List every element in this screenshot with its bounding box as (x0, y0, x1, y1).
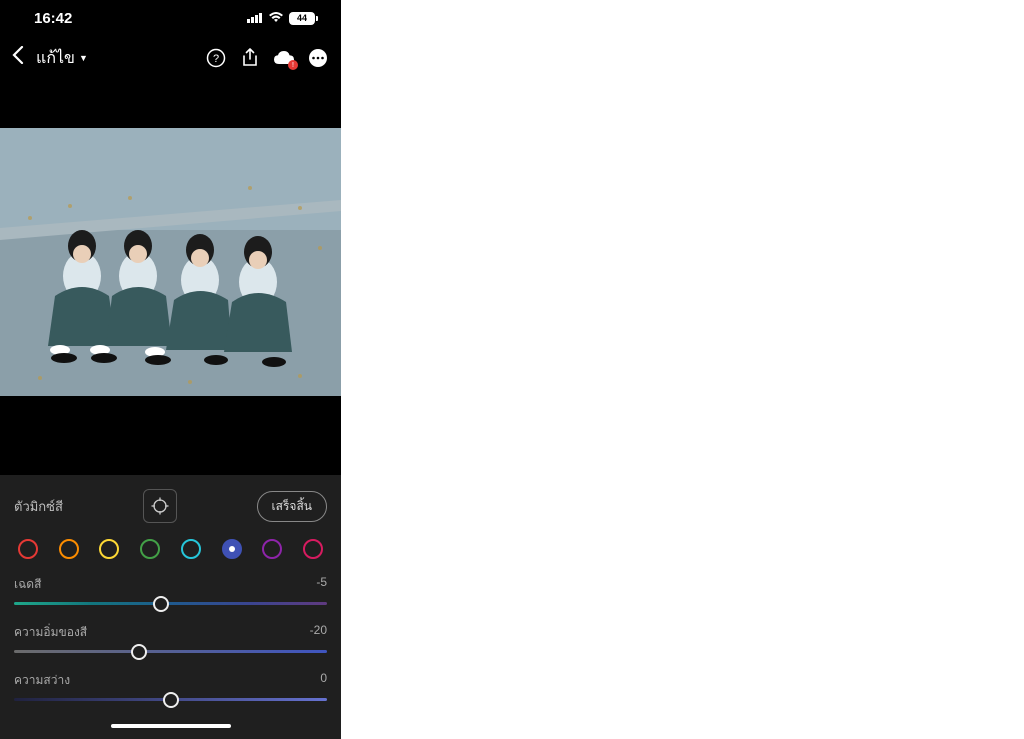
help-icon[interactable]: ? (205, 47, 227, 69)
target-adjust-button[interactable] (143, 489, 177, 523)
phone-screen: 16:42 44 แก้ไข ▼ ? (0, 0, 341, 739)
color-swatch-magenta[interactable] (303, 539, 323, 559)
saturation-slider-thumb[interactable] (131, 644, 147, 660)
hue-value: -5 (316, 575, 327, 594)
edit-mode-dropdown[interactable]: แก้ไข ▼ (36, 46, 88, 71)
hue-slider-thumb[interactable] (153, 596, 169, 612)
cellular-icon (247, 10, 263, 27)
color-swatch-red[interactable] (18, 539, 38, 559)
luminance-slider[interactable] (14, 698, 327, 701)
color-swatch-yellow[interactable] (99, 539, 119, 559)
color-swatch-aqua[interactable] (181, 539, 201, 559)
alert-badge-icon: ! (288, 60, 298, 70)
color-selector-row (14, 539, 327, 565)
status-right: 44 (247, 10, 315, 27)
wifi-icon (268, 10, 284, 27)
status-time: 16:42 (34, 10, 72, 27)
color-swatch-orange[interactable] (59, 539, 79, 559)
luminance-slider-thumb[interactable] (163, 692, 179, 708)
saturation-slider[interactable] (14, 650, 327, 653)
back-button[interactable] (12, 46, 24, 70)
luminance-value: 0 (320, 671, 327, 690)
status-bar: 16:42 44 (0, 0, 341, 36)
saturation-slider-row: ความอิ่มของสี -20 (14, 623, 327, 653)
saturation-label: ความอิ่มของสี (14, 623, 87, 642)
saturation-value: -20 (310, 623, 327, 642)
photo-canvas[interactable] (0, 128, 341, 396)
color-swatch-purple[interactable] (262, 539, 282, 559)
home-indicator[interactable] (111, 724, 231, 728)
panel-title: ตัวมิกซ์สี (14, 496, 63, 517)
edit-mode-label: แก้ไข (36, 46, 75, 71)
canvas-margin-bottom (0, 396, 341, 475)
chevron-down-icon: ▼ (79, 53, 88, 63)
hue-label: เฉดสี (14, 575, 41, 594)
more-icon[interactable] (307, 47, 329, 69)
done-button[interactable]: เสร็จสิ้น (257, 491, 327, 522)
hue-slider[interactable] (14, 602, 327, 605)
home-indicator-area (0, 713, 341, 739)
cloud-sync-icon[interactable]: ! (273, 47, 295, 69)
luminance-label: ความสว่าง (14, 671, 70, 690)
color-mix-panel: ตัวมิกซ์สี เสร็จสิ้น เฉดสี -5 ความอิ่มขอ… (0, 475, 341, 713)
hue-slider-row: เฉดสี -5 (14, 575, 327, 605)
share-icon[interactable] (239, 47, 261, 69)
color-swatch-blue[interactable] (222, 539, 242, 559)
luminance-slider-row: ความสว่าง 0 (14, 671, 327, 701)
color-swatch-green[interactable] (140, 539, 160, 559)
svg-text:?: ? (213, 53, 219, 65)
canvas-margin-top (0, 80, 341, 128)
app-toolbar: แก้ไข ▼ ? ! (0, 36, 341, 80)
battery-indicator: 44 (289, 12, 315, 25)
